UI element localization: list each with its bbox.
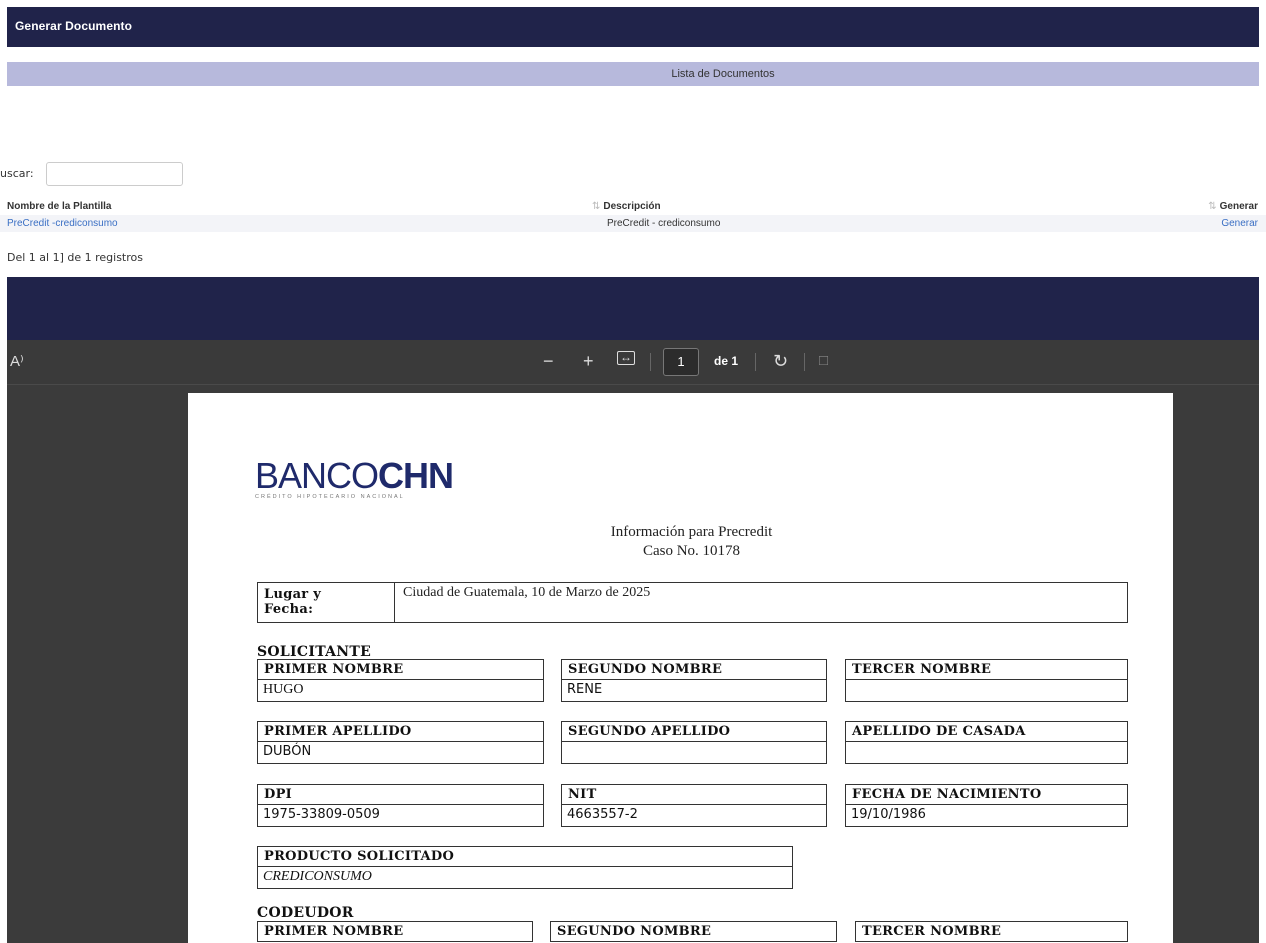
- field-value: CREDICONSUMO: [257, 866, 793, 889]
- pdf-viewer: A⁾ − + ↔ 1 de 1 ↻ □ BANCOCHN CRÉDITO HIP…: [7, 340, 1259, 943]
- template-name-link[interactable]: PreCredit -crediconsumo: [7, 218, 118, 229]
- table-info: Del 1 al 1] de 1 registros: [7, 251, 143, 264]
- zoom-out-button[interactable]: −: [543, 350, 554, 372]
- page-title: Generar Documento: [15, 19, 133, 33]
- field-label: PRIMER APELLIDO: [257, 721, 544, 742]
- document-title: Información para Precredit Caso No. 1017…: [188, 523, 1173, 561]
- field-value: 1975-33809-0509: [257, 804, 544, 827]
- column-header-descripcion[interactable]: ⇅ Descripción: [592, 201, 661, 212]
- sort-icon: ⇅: [1208, 201, 1217, 212]
- template-description: PreCredit - crediconsumo: [607, 218, 721, 229]
- lugar-fecha-box: Lugar y Fecha: Ciudad de Guatemala, 10 d…: [257, 582, 1128, 623]
- lugar-fecha-value: Ciudad de Guatemala, 10 de Marzo de 2025: [403, 585, 651, 600]
- bank-logo: BANCOCHN CRÉDITO HIPOTECARIO NACIONAL: [255, 455, 454, 500]
- toolbar-divider: [650, 353, 651, 371]
- field-label: SEGUNDO NOMBRE: [561, 659, 827, 680]
- document-title-line1: Información para Precredit: [610, 524, 773, 540]
- field-value: [561, 741, 827, 764]
- field-primer-nombre: PRIMER NOMBRE HUGO: [257, 659, 544, 702]
- field-label: TERCER NOMBRE: [845, 659, 1128, 680]
- codeudor-title: CODEUDOR: [257, 905, 354, 921]
- field-label: DPI: [257, 784, 544, 805]
- search-input[interactable]: [46, 162, 183, 186]
- zoom-in-button[interactable]: +: [583, 350, 594, 372]
- generate-link[interactable]: Generar: [1221, 218, 1258, 229]
- field-label: PRIMER NOMBRE: [257, 659, 544, 680]
- table-row: PreCredit -crediconsumo PreCredit - cred…: [0, 215, 1266, 232]
- field-value: [845, 741, 1128, 764]
- field-primer-apellido: PRIMER APELLIDO DUBÓN: [257, 721, 544, 764]
- viewer-header-band: [7, 277, 1259, 340]
- two-page-view-icon[interactable]: □: [819, 350, 828, 372]
- column-header-descripcion-label: Descripción: [603, 201, 661, 212]
- field-codeudor-primer-nombre: PRIMER NOMBRE: [257, 921, 533, 943]
- field-label: NIT: [561, 784, 827, 805]
- field-label: FECHA DE NACIMIENTO: [845, 784, 1128, 805]
- table-header: Nombre de la Plantilla ⇅ Descripción ⇅ Gen…: [0, 199, 1266, 215]
- logo-text-banco: BANCO: [255, 455, 379, 496]
- field-segundo-apellido: SEGUNDO APELLIDO: [561, 721, 827, 764]
- field-nit: NIT 4663557-2: [561, 784, 827, 827]
- field-value: 19/10/1986: [845, 804, 1128, 827]
- lugar-label-line2: Fecha:: [264, 602, 314, 617]
- field-segundo-nombre: SEGUNDO NOMBRE RENE: [561, 659, 827, 702]
- search-label: uscar:: [0, 167, 34, 180]
- field-dpi: DPI 1975-33809-0509: [257, 784, 544, 827]
- field-value: DUBÓN: [257, 741, 544, 764]
- lugar-fecha-label: Lugar y Fecha:: [264, 587, 321, 617]
- field-value: [845, 679, 1128, 702]
- field-label: PRODUCTO SOLICITADO: [257, 846, 793, 867]
- field-tercer-nombre: TERCER NOMBRE: [845, 659, 1128, 702]
- column-header-generar[interactable]: ⇅ Generar: [1208, 201, 1258, 212]
- field-label: SEGUNDO NOMBRE: [550, 921, 837, 942]
- field-label: APELLIDO DE CASADA: [845, 721, 1128, 742]
- solicitante-title: SOLICITANTE: [257, 644, 372, 660]
- list-header-bar: Lista de Documentos: [7, 62, 1259, 86]
- field-label: TERCER NOMBRE: [855, 921, 1128, 942]
- field-apellido-casada: APELLIDO DE CASADA: [845, 721, 1128, 764]
- column-header-generar-label: Generar: [1219, 201, 1258, 212]
- field-codeudor-tercer-nombre: TERCER NOMBRE: [855, 921, 1128, 943]
- lugar-label-line1: Lugar y: [264, 587, 322, 602]
- column-header-nombre[interactable]: Nombre de la Plantilla: [7, 201, 111, 212]
- toolbar-divider: [755, 353, 756, 371]
- field-producto-solicitado: PRODUCTO SOLICITADO CREDICONSUMO: [257, 846, 793, 889]
- toolbar-divider: [804, 353, 805, 371]
- field-value: RENE: [561, 679, 827, 702]
- field-value: 4663557-2: [561, 804, 827, 827]
- pdf-page: BANCOCHN CRÉDITO HIPOTECARIO NACIONAL In…: [188, 393, 1173, 943]
- field-codeudor-segundo-nombre: SEGUNDO NOMBRE: [550, 921, 837, 943]
- field-value: HUGO: [257, 679, 544, 702]
- document-title-line2: Caso No. 10178: [642, 543, 741, 559]
- page-number-input[interactable]: 1: [663, 348, 699, 376]
- page-total-label: de 1: [714, 354, 739, 368]
- list-header-label: Lista de Documentos: [671, 68, 775, 80]
- app-header: Generar Documento: [7, 7, 1259, 47]
- fit-page-icon[interactable]: ↔: [617, 351, 635, 365]
- rotate-icon[interactable]: ↻: [773, 350, 788, 372]
- logo-text-chn: CHN: [378, 455, 454, 496]
- lugar-divider: [394, 583, 395, 622]
- read-aloud-icon[interactable]: A⁾: [10, 352, 24, 370]
- field-fecha-nacimiento: FECHA DE NACIMIENTO 19/10/1986: [845, 784, 1128, 827]
- field-label: PRIMER NOMBRE: [257, 921, 533, 942]
- pdf-toolbar: A⁾ − + ↔ 1 de 1 ↻ □: [7, 340, 1259, 385]
- sort-icon: ⇅: [592, 201, 601, 212]
- field-label: SEGUNDO APELLIDO: [561, 721, 827, 742]
